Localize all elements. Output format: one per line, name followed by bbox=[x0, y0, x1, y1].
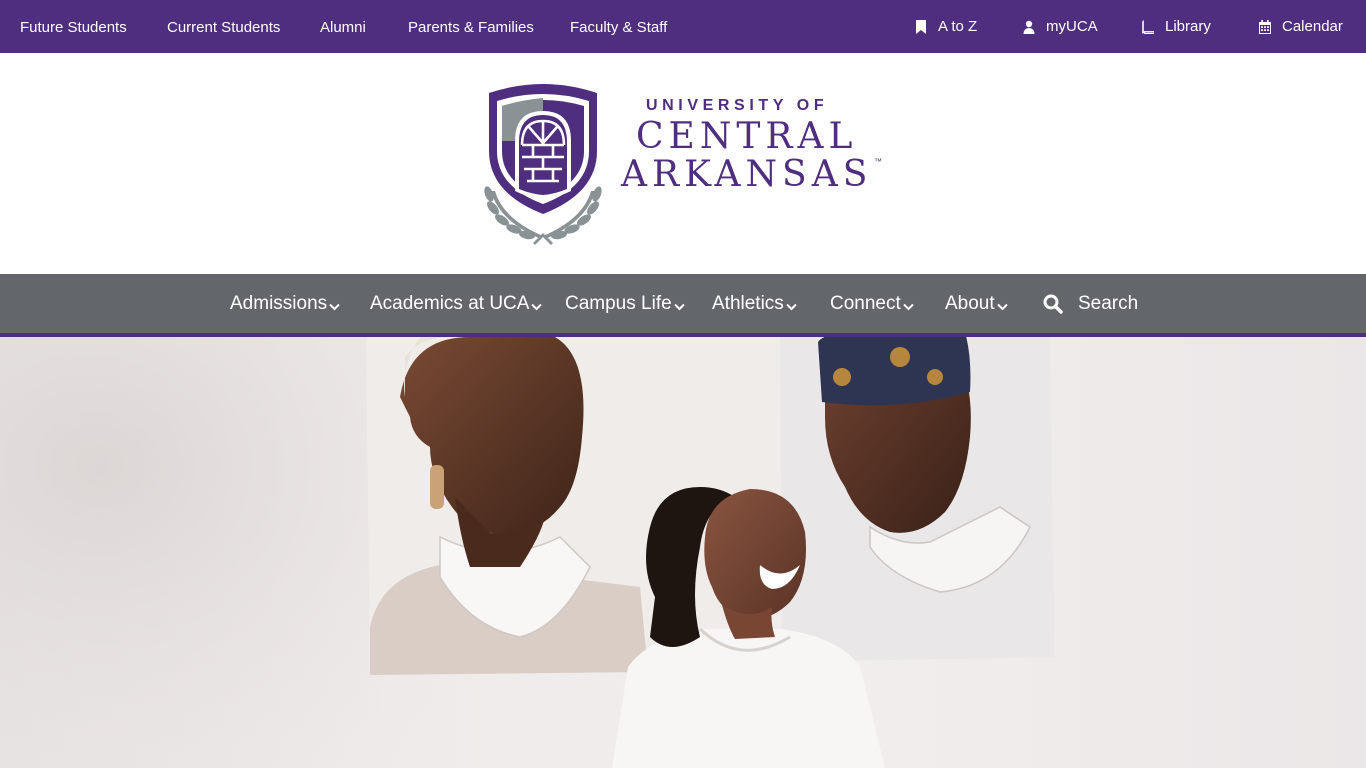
site-header: UNIVERSITY OF CENTRAL ARKANSAS ™ bbox=[0, 53, 1366, 274]
chevron-down-icon bbox=[903, 303, 914, 310]
myuca-link[interactable]: myUCA bbox=[1022, 0, 1098, 53]
nav-athletics[interactable]: Athletics bbox=[712, 274, 797, 333]
shield-crest-icon bbox=[484, 84, 602, 245]
nav-link-parents-families[interactable]: Parents & Families bbox=[408, 0, 534, 53]
hero-image bbox=[0, 337, 1366, 768]
nav-link-future-students[interactable]: Future Students bbox=[20, 0, 127, 53]
nav-campus-life-label: Campus Life bbox=[565, 292, 672, 314]
university-logo[interactable]: UNIVERSITY OF CENTRAL ARKANSAS ™ bbox=[481, 81, 891, 245]
search-icon bbox=[1043, 294, 1063, 314]
library-link[interactable]: Library bbox=[1141, 0, 1211, 53]
nav-about[interactable]: About bbox=[945, 274, 1008, 333]
bookmark-icon bbox=[916, 19, 926, 34]
search-label: Search bbox=[1078, 292, 1139, 314]
nav-connect-label: Connect bbox=[830, 292, 901, 314]
nav-admissions-label: Admissions bbox=[230, 292, 328, 314]
main-nav: Admissions Academics at UCA Campus Life … bbox=[0, 274, 1366, 337]
a-to-z-label: A to Z bbox=[938, 18, 978, 35]
library-label: Library bbox=[1165, 18, 1211, 35]
hero-photo-illustration bbox=[0, 337, 1055, 768]
logo-text-arkansas: ARKANSAS bbox=[621, 154, 873, 195]
utility-nav: Future Students Current Students Alumni … bbox=[0, 0, 1366, 53]
chevron-down-icon bbox=[996, 303, 1008, 310]
a-to-z-link[interactable]: A to Z bbox=[914, 0, 977, 53]
search-button[interactable]: Search bbox=[1043, 274, 1138, 333]
nav-athletics-label: Athletics bbox=[712, 292, 784, 314]
logo-trademark: ™ bbox=[874, 157, 882, 166]
nav-link-alumni[interactable]: Alumni bbox=[320, 0, 366, 53]
nav-admissions[interactable]: Admissions bbox=[230, 274, 340, 333]
nav-connect[interactable]: Connect bbox=[830, 274, 914, 333]
nav-academics-label: Academics at UCA bbox=[370, 292, 530, 314]
book-icon bbox=[1142, 19, 1154, 34]
myuca-label: myUCA bbox=[1046, 18, 1098, 35]
nav-campus-life[interactable]: Campus Life bbox=[565, 274, 685, 333]
chevron-down-icon bbox=[673, 303, 685, 310]
calendar-icon bbox=[1259, 19, 1271, 34]
chevron-down-icon bbox=[329, 303, 340, 310]
logo-text-university-of: UNIVERSITY OF bbox=[646, 97, 829, 114]
chevron-down-icon bbox=[531, 303, 543, 310]
nav-academics[interactable]: Academics at UCA bbox=[370, 274, 543, 333]
user-icon bbox=[1023, 20, 1035, 34]
chevron-down-icon bbox=[786, 303, 797, 310]
calendar-link[interactable]: Calendar bbox=[1258, 0, 1343, 53]
nav-link-current-students[interactable]: Current Students bbox=[167, 0, 280, 53]
nav-link-faculty-staff[interactable]: Faculty & Staff bbox=[570, 0, 667, 53]
nav-about-label: About bbox=[945, 292, 995, 314]
calendar-label: Calendar bbox=[1282, 18, 1343, 35]
logo-text-central: CENTRAL bbox=[636, 116, 858, 157]
